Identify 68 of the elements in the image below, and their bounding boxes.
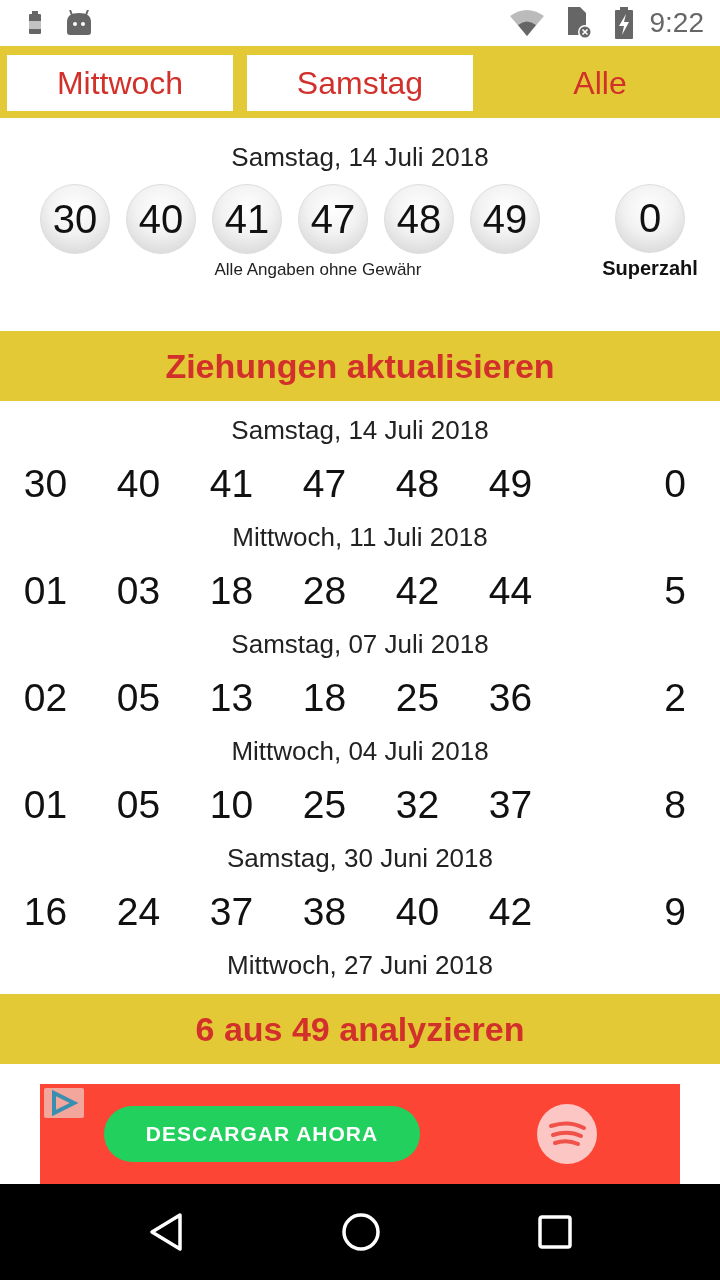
draw-number: 18 xyxy=(301,676,348,720)
draw-number: 47 xyxy=(301,462,348,506)
draw-number: 13 xyxy=(208,676,255,720)
lottery-ball: 30 xyxy=(40,184,110,254)
superzahl-number: 8 xyxy=(663,783,687,827)
sim-card-icon xyxy=(565,7,592,39)
draw-number: 16 xyxy=(22,890,69,934)
superzahl-label: Superzahl xyxy=(602,257,698,280)
battery-charging-icon xyxy=(613,7,634,39)
draw-number: 48 xyxy=(394,462,441,506)
draw-number: 44 xyxy=(487,569,534,613)
lottery-ball: 40 xyxy=(126,184,196,254)
draw-date: Mittwoch, 11 Juli 2018 xyxy=(231,521,489,554)
draw-number: 37 xyxy=(487,783,534,827)
draw-number: 40 xyxy=(115,462,162,506)
draw-number: 37 xyxy=(208,890,255,934)
draw-number: 03 xyxy=(115,569,162,613)
lottery-ball: 0 xyxy=(615,184,685,253)
android-icon xyxy=(66,10,92,36)
lottery-ball: 47 xyxy=(298,184,368,254)
draw-number: 25 xyxy=(301,783,348,827)
draw-date: Samstag, 07 Juli 2018 xyxy=(230,628,490,661)
ad-banner[interactable]: DESCARGAR AHORA xyxy=(40,1084,680,1184)
draw-number: 41 xyxy=(208,462,255,506)
draw-number: 01 xyxy=(22,783,69,827)
draw-number: 38 xyxy=(301,890,348,934)
superzahl-number: 0 xyxy=(663,462,687,506)
draw-date: Samstag, 14 Juli 2018 xyxy=(231,142,489,174)
draw-date: Mittwoch, 04 Juli 2018 xyxy=(230,735,490,768)
draw-date: Samstag, 14 Juli 2018 xyxy=(230,414,490,447)
back-icon[interactable] xyxy=(148,1212,185,1252)
draw-number: 01 xyxy=(22,569,69,613)
lottery-ball: 49 xyxy=(470,184,540,254)
draw-number: 24 xyxy=(115,890,162,934)
draw-number: 02 xyxy=(22,676,69,720)
draw-date: Samstag, 30 Juni 2018 xyxy=(226,842,494,875)
status-time: 9:22 xyxy=(649,7,704,39)
wifi-icon xyxy=(509,10,544,36)
draw-number: 18 xyxy=(208,569,255,613)
play-icon xyxy=(44,1088,84,1118)
draw-number: 05 xyxy=(115,783,162,827)
disclaimer: Alle Angaben ohne Gewähr xyxy=(213,260,423,280)
battery-icon xyxy=(26,11,44,35)
draw-number: 49 xyxy=(487,462,534,506)
draw-number: 32 xyxy=(394,783,441,827)
download-button[interactable]: DESCARGAR AHORA xyxy=(104,1106,420,1162)
superzahl-number: 2 xyxy=(663,676,687,720)
tab[interactable]: Samstag xyxy=(244,52,476,114)
superzahl-number: 9 xyxy=(663,890,687,934)
home-icon[interactable] xyxy=(341,1212,381,1252)
draw-number: 05 xyxy=(115,676,162,720)
draw-number: 36 xyxy=(487,676,534,720)
refresh-button[interactable]: Ziehungen aktualisieren xyxy=(0,331,720,401)
draw-number: 40 xyxy=(394,890,441,934)
lottery-ball: 48 xyxy=(384,184,454,254)
sound-waves-icon xyxy=(536,1103,598,1165)
recents-icon[interactable] xyxy=(537,1215,572,1249)
lottery-ball: 41 xyxy=(212,184,282,254)
draw-number: 42 xyxy=(487,890,534,934)
draw-number: 25 xyxy=(394,676,441,720)
draw-number: 30 xyxy=(22,462,69,506)
draw-number: 42 xyxy=(394,569,441,613)
draw-date: Mittwoch, 27 Juni 2018 xyxy=(226,949,494,982)
analyze-button[interactable]: 6 aus 49 analyzieren xyxy=(0,994,720,1064)
draw-number: 28 xyxy=(301,569,348,613)
superzahl-number: 5 xyxy=(663,569,687,613)
draw-number: 10 xyxy=(208,783,255,827)
tab[interactable]: Mittwoch xyxy=(4,52,236,114)
